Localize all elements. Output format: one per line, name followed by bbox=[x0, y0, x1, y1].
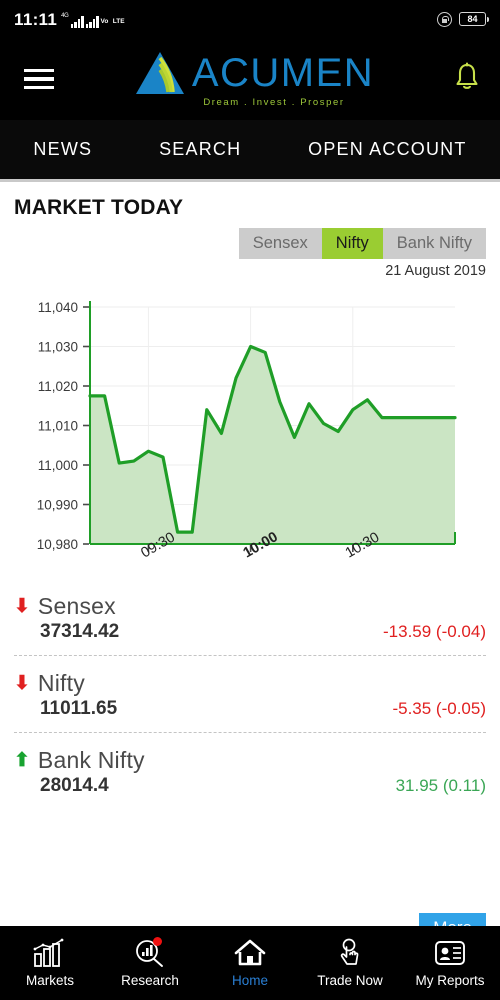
home-icon bbox=[234, 939, 266, 966]
status-right: 84 bbox=[437, 11, 489, 27]
index-value: 28014.4 bbox=[40, 775, 109, 796]
arrow-down-icon: ⬇ bbox=[14, 673, 30, 694]
index-list: ⬇ Sensex 37314.42 -13.59 (-0.04) ⬇ Nifty… bbox=[0, 579, 500, 809]
bottom-nav-item-markets[interactable]: Markets bbox=[0, 938, 100, 988]
index-value: 11011.65 bbox=[40, 698, 118, 719]
status-left: 11:11 4G Vo LTE bbox=[14, 11, 125, 28]
arrow-down-icon: ⬇ bbox=[14, 596, 30, 617]
list-item[interactable]: ⬆ Bank Nifty 28014.4 31.95 (0.11) bbox=[14, 733, 486, 809]
status-bar: 11:11 4G Vo LTE 84 bbox=[0, 0, 500, 38]
logo-tagline: Dream . Invest . Prosper bbox=[203, 97, 345, 108]
bottom-nav-item-home[interactable]: Home bbox=[200, 938, 300, 988]
hamburger-menu-icon[interactable] bbox=[20, 65, 58, 94]
status-time: 11:11 bbox=[14, 9, 58, 29]
list-item[interactable]: ⬇ Sensex 37314.42 -13.59 (-0.04) bbox=[14, 579, 486, 656]
bottom-nav-label: Home bbox=[231, 973, 268, 988]
bottom-nav-item-my-reports[interactable]: My Reports bbox=[400, 938, 500, 988]
notification-badge bbox=[153, 937, 162, 946]
index-change: 31.95 (0.11) bbox=[395, 776, 486, 795]
index-name: Nifty bbox=[37, 670, 85, 696]
bottom-nav-label: Research bbox=[121, 973, 179, 988]
index-tab-row: Sensex Nifty Bank Nifty bbox=[0, 220, 500, 259]
volte-icon: Vo LTE bbox=[100, 17, 125, 25]
page-title: MARKET TODAY bbox=[14, 196, 184, 219]
nifty-area-chart: 11,040 11,030 11,020 11,010 11,000 10,990 10,9… bbox=[37, 300, 457, 561]
top-navigation: NEWS SEARCH OPEN ACCOUNT bbox=[0, 120, 500, 182]
svg-text:10,980: 10,980 bbox=[37, 537, 78, 552]
battery-indicator: 84 bbox=[459, 12, 489, 26]
logo-text: ACUMEN bbox=[191, 51, 375, 95]
bottom-nav-item-trade-now[interactable]: Trade Now bbox=[300, 938, 400, 988]
index-tab-group: Sensex Nifty Bank Nifty bbox=[238, 228, 486, 259]
network-type-label: 4G bbox=[61, 12, 69, 19]
index-name: Bank Nifty bbox=[37, 747, 145, 773]
logo-mark-icon bbox=[135, 52, 184, 94]
network-indicator: 4G Vo LTE bbox=[61, 12, 125, 28]
tab-nifty[interactable]: Nifty bbox=[321, 228, 383, 259]
tab-sensex[interactable]: Sensex bbox=[238, 228, 322, 259]
bottom-nav-item-research[interactable]: Research bbox=[100, 937, 200, 988]
tab-bank-nifty[interactable]: Bank Nifty bbox=[382, 228, 486, 259]
svg-text:11,030: 11,030 bbox=[38, 340, 78, 355]
notification-bell-icon[interactable] bbox=[454, 61, 480, 97]
svg-text:10,990: 10,990 bbox=[37, 498, 78, 513]
nav-item-open-account[interactable]: OPEN ACCOUNT bbox=[308, 139, 466, 160]
bottom-navigation: Markets Research Home Trade Now My Repor… bbox=[0, 926, 500, 1000]
svg-text:11,010: 11,010 bbox=[38, 419, 78, 434]
index-change: -13.59 (-0.04) bbox=[383, 622, 486, 641]
brand-logo[interactable]: ACUMEN Dream . Invest . Prosper bbox=[134, 50, 374, 108]
signal-bars-icon bbox=[70, 15, 84, 28]
index-change: -5.35 (-0.05) bbox=[392, 699, 486, 718]
nav-item-search[interactable]: SEARCH bbox=[159, 139, 241, 160]
bottom-nav-label: Trade Now bbox=[317, 973, 383, 988]
app-header: ACUMEN Dream . Invest . Prosper bbox=[0, 38, 500, 120]
index-value: 37314.42 bbox=[40, 621, 120, 642]
index-name: Sensex bbox=[37, 593, 116, 619]
list-item[interactable]: ⬇ Nifty 11011.65 -5.35 (-0.05) bbox=[14, 656, 486, 733]
arrow-up-icon: ⬆ bbox=[14, 750, 30, 771]
market-chart[interactable]: 11,040 11,030 11,020 11,010 11,000 10,990 10,9… bbox=[0, 279, 500, 579]
bottom-nav-label: My Reports bbox=[415, 973, 485, 988]
svg-text:11,040: 11,040 bbox=[38, 300, 78, 315]
svg-text:11,000: 11,000 bbox=[38, 458, 78, 473]
lock-rotation-icon bbox=[437, 11, 452, 27]
tap-finger-icon bbox=[340, 938, 359, 965]
bottom-nav-label: Markets bbox=[25, 973, 74, 988]
nav-item-news[interactable]: NEWS bbox=[33, 139, 92, 160]
id-card-icon bbox=[435, 941, 465, 965]
magnifier-chart-icon bbox=[136, 940, 163, 967]
svg-text:11,020: 11,020 bbox=[38, 379, 78, 394]
bar-chart-trend-icon bbox=[33, 938, 64, 967]
signal-bars-secondary-icon bbox=[85, 15, 99, 28]
market-date: 21 August 2019 bbox=[385, 263, 486, 279]
